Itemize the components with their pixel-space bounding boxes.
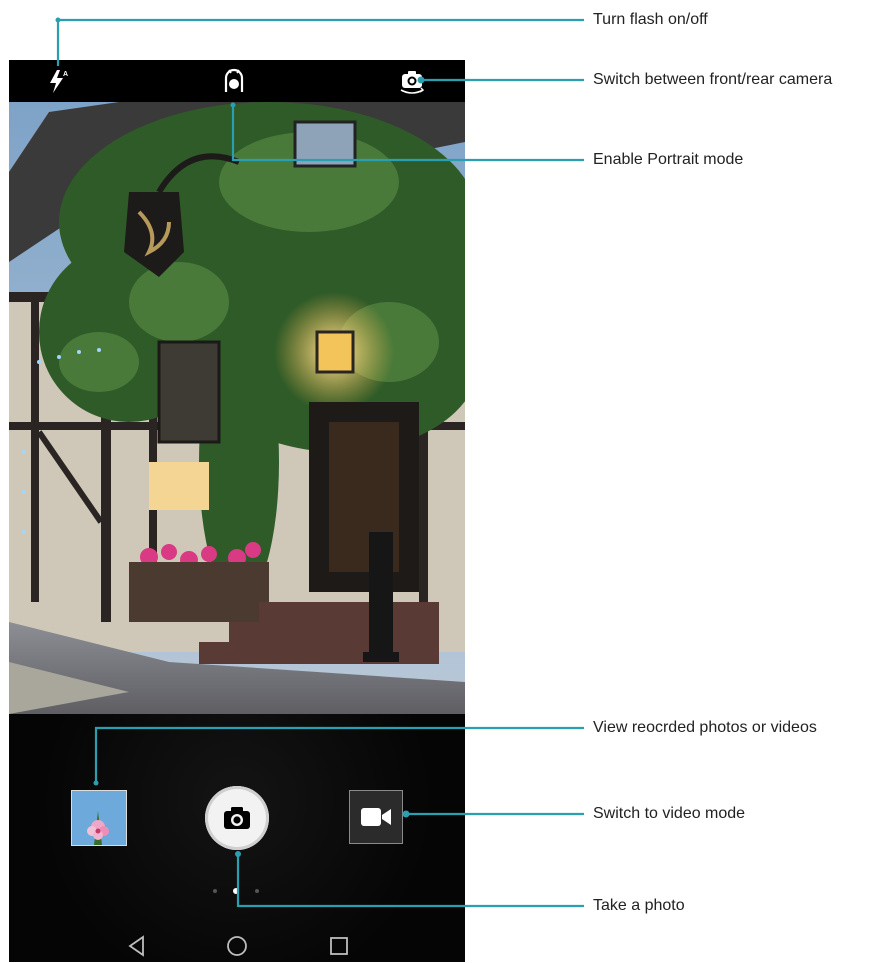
camera-controls (9, 714, 465, 962)
mode-dot-active (233, 888, 239, 894)
annotation-video: Switch to video mode (593, 805, 746, 822)
video-camera-icon (361, 808, 391, 826)
back-triangle-icon[interactable] (125, 934, 149, 958)
mode-dot (213, 889, 217, 893)
gallery-thumbnail[interactable] (71, 790, 127, 846)
camera-icon (224, 807, 250, 829)
video-mode-button[interactable] (349, 790, 403, 844)
annotation-shutter: Take a photo (593, 897, 685, 914)
mode-dot (255, 889, 259, 893)
camera-phone-screen: A (9, 60, 465, 962)
camera-top-bar: A (9, 60, 465, 102)
mode-indicator-dots (209, 886, 269, 896)
portrait-mode-icon[interactable] (219, 66, 249, 96)
annotation-flash: Turn flash on/off (593, 11, 708, 28)
home-circle-icon[interactable] (225, 934, 249, 958)
recents-square-icon[interactable] (327, 934, 351, 958)
shutter-button[interactable] (205, 786, 269, 850)
system-navigation-bar (9, 928, 465, 962)
camera-viewfinder[interactable] (9, 102, 465, 714)
svg-text:A: A (63, 71, 68, 78)
annotation-switch-camera: Switch between front/rear camera (593, 71, 833, 88)
switch-camera-icon[interactable] (397, 66, 427, 96)
annotation-portrait: Enable Portrait mode (593, 151, 744, 168)
flash-auto-icon[interactable]: A (43, 66, 73, 96)
annotation-gallery: View reocrded photos or videos (593, 719, 817, 736)
